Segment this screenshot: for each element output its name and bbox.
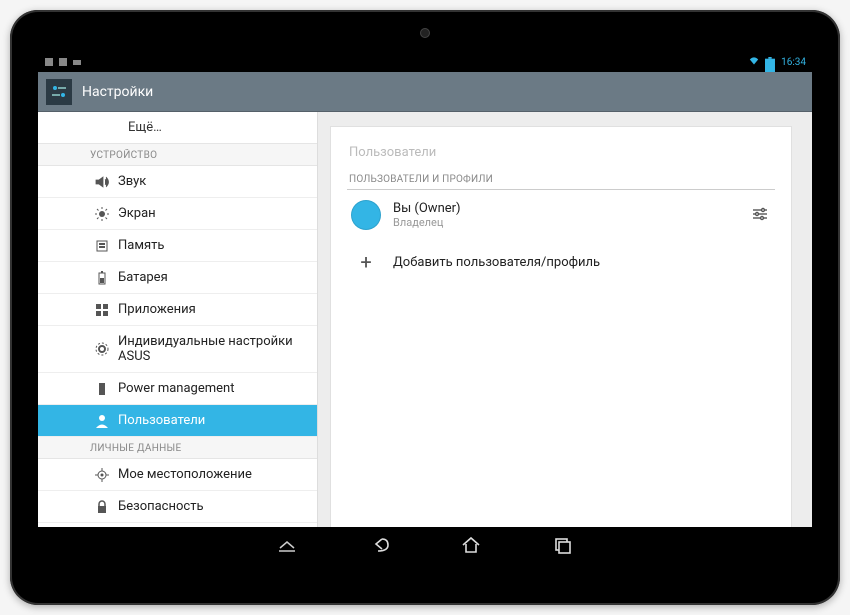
user-name: Вы (Owner) <box>393 201 739 216</box>
sidebar-more[interactable]: Ещё… <box>38 112 317 144</box>
sound-icon <box>94 174 110 190</box>
sidebar-header-personal: ЛИЧНЫЕ ДАННЫЕ <box>38 437 317 459</box>
detail-card: Пользователи ПОЛЬЗОВАТЕЛИ И ПРОФИЛИ Вы (… <box>330 126 792 527</box>
notification-icon <box>58 57 68 67</box>
nav-expand-button[interactable] <box>276 534 298 556</box>
wifi-icon <box>749 57 759 67</box>
action-bar: Настройки <box>38 72 812 112</box>
location-icon <box>94 467 110 483</box>
sidebar-item-label: Батарея <box>118 270 168 285</box>
notification-icon <box>44 57 54 67</box>
sidebar-item-location[interactable]: Мое местоположение <box>38 459 317 491</box>
settings-sidebar[interactable]: Ещё… УСТРОЙСТВО Звук Экран Память Батаре… <box>38 112 318 527</box>
sidebar-item-label: Мое местоположение <box>118 467 252 482</box>
sidebar-item-label: Индивидуальные настройки ASUS <box>118 334 305 364</box>
sidebar-item-storage[interactable]: Память <box>38 230 317 262</box>
screen: 16:34 Настройки Ещё… УСТРОЙСТВО Звук <box>38 52 812 563</box>
sidebar-item-apps[interactable]: Приложения <box>38 294 317 326</box>
gear-icon <box>94 341 110 357</box>
detail-title: Пользователи <box>347 141 775 174</box>
apps-icon <box>94 302 110 318</box>
sidebar-item-users[interactable]: Пользователи <box>38 405 317 437</box>
clock-text: 16:34 <box>781 57 806 68</box>
lock-icon <box>94 499 110 515</box>
tablet-frame: 16:34 Настройки Ещё… УСТРОЙСТВО Звук <box>10 10 840 605</box>
add-user-label: Добавить пользователя/профиль <box>393 255 600 270</box>
user-icon <box>94 413 110 429</box>
sidebar-header-device: УСТРОЙСТВО <box>38 144 317 166</box>
camera-dot <box>420 28 430 38</box>
sidebar-item-sound[interactable]: Звук <box>38 166 317 198</box>
sidebar-item-label: Пользователи <box>118 413 205 428</box>
status-bar: 16:34 <box>38 52 812 72</box>
nav-recent-button[interactable] <box>552 534 574 556</box>
sidebar-item-label: Звук <box>118 174 146 189</box>
settings-app-icon <box>46 79 72 105</box>
nav-back-button[interactable] <box>368 534 390 556</box>
navigation-bar <box>38 527 812 563</box>
battery-icon <box>94 270 110 286</box>
sidebar-item-security[interactable]: Безопасность <box>38 491 317 523</box>
sidebar-item-battery[interactable]: Батарея <box>38 262 317 294</box>
detail-section-label: ПОЛЬЗОВАТЕЛИ И ПРОФИЛИ <box>347 174 775 190</box>
add-user-row[interactable]: + Добавить пользователя/профиль <box>347 240 775 284</box>
avatar <box>351 200 381 230</box>
detail-pane: Пользователи ПОЛЬЗОВАТЕЛИ И ПРОФИЛИ Вы (… <box>318 112 812 527</box>
sidebar-item-label: Power management <box>118 381 234 396</box>
sidebar-item-power[interactable]: Power management <box>38 373 317 405</box>
plus-icon: + <box>351 250 381 274</box>
nav-home-button[interactable] <box>460 534 482 556</box>
user-role: Владелец <box>393 216 739 229</box>
sidebar-item-label: Безопасность <box>118 499 204 514</box>
notification-icon <box>72 57 82 67</box>
sidebar-item-asus[interactable]: Индивидуальные настройки ASUS <box>38 326 317 373</box>
user-owner-row[interactable]: Вы (Owner) Владелец <box>347 190 775 240</box>
sidebar-item-label: Память <box>118 238 164 253</box>
user-settings-button[interactable] <box>751 205 771 225</box>
display-icon <box>94 206 110 222</box>
content-area: Ещё… УСТРОЙСТВО Звук Экран Память Батаре… <box>38 112 812 527</box>
action-bar-title: Настройки <box>82 84 153 100</box>
power-icon <box>94 381 110 397</box>
storage-icon <box>94 238 110 254</box>
sidebar-item-display[interactable]: Экран <box>38 198 317 230</box>
battery-icon <box>765 57 775 67</box>
user-text: Вы (Owner) Владелец <box>393 201 739 229</box>
sidebar-item-label: Приложения <box>118 302 196 317</box>
sidebar-item-label: Экран <box>118 206 156 221</box>
